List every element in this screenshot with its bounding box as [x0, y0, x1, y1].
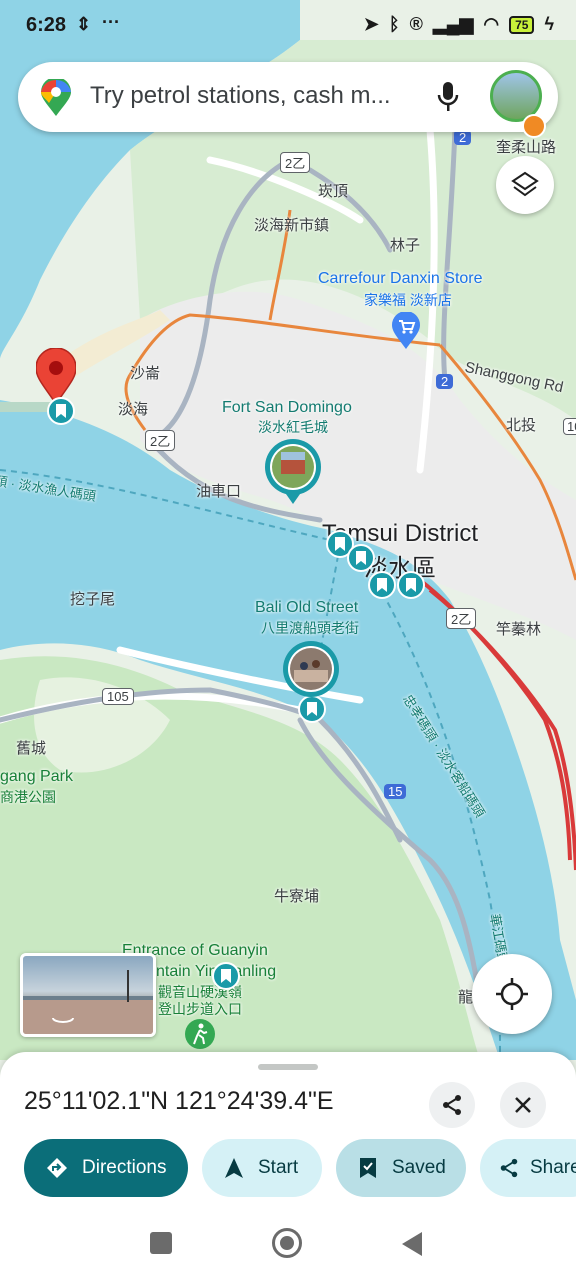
directions-label: Directions: [82, 1157, 167, 1178]
route-105-shield: 105: [102, 688, 134, 705]
sheet-drag-handle[interactable]: [258, 1064, 318, 1070]
place-label: 舊城: [16, 740, 47, 757]
dropped-pin-coordinates: 25°11'02.1"N 121°24'39.4"E: [24, 1087, 334, 1115]
start-label: Start: [258, 1157, 299, 1178]
street-view-thumbnail[interactable]: [20, 953, 156, 1037]
home-button[interactable]: [272, 1228, 302, 1258]
carrefour-label-zh[interactable]: 家樂福 淡新店: [364, 290, 452, 310]
navigation-arrow-icon: [224, 1157, 244, 1179]
park-label-zh[interactable]: 商港公園: [0, 787, 56, 807]
bluetooth-icon: ᛒ: [388, 14, 400, 34]
place-label: 挖子尾: [70, 591, 116, 608]
route-2-shield: 2: [454, 130, 472, 145]
guanyin-entrance-label-zh-2[interactable]: 登山步道入口: [158, 999, 242, 1019]
account-status-dot: [522, 114, 546, 138]
place-label: 林子: [390, 237, 421, 254]
microphone-icon[interactable]: [436, 80, 460, 119]
back-button[interactable]: [402, 1232, 422, 1256]
bali-old-street-label-zh[interactable]: 八里渡船頭老街: [261, 618, 359, 638]
recents-button[interactable]: [150, 1232, 172, 1254]
route-2z-shield: 2乙: [280, 152, 311, 173]
place-label: 牛寮埔: [274, 888, 320, 905]
directions-icon: [46, 1157, 68, 1179]
place-label: 沙崙: [130, 365, 161, 382]
close-button[interactable]: [500, 1082, 546, 1128]
place-label: 崁頂: [318, 183, 349, 200]
route-15-shield: 15: [384, 784, 407, 799]
directions-button[interactable]: Directions: [24, 1139, 188, 1197]
more-notifications-icon: ···: [102, 12, 120, 32]
share-icon: [498, 1157, 520, 1179]
park-label[interactable]: gang Park: [0, 768, 73, 786]
place-label: 竿蓁林: [496, 621, 542, 638]
location-arrow-icon: ➤: [363, 14, 379, 34]
route-2z-shield: 2乙: [145, 430, 176, 451]
share-label: Share: [530, 1157, 576, 1178]
search-input[interactable]: Try petrol stations, cash m...: [90, 82, 410, 110]
system-navigation-bar: [0, 1210, 576, 1280]
route-2z-shield: 2乙: [446, 608, 477, 629]
my-location-button[interactable]: [472, 954, 552, 1034]
search-bar[interactable]: Try petrol stations, cash m...: [18, 62, 558, 138]
share-button[interactable]: Share: [480, 1139, 576, 1197]
home-dot: [280, 1236, 294, 1250]
sync-icon: ⇕: [76, 14, 92, 34]
share-button-small[interactable]: [429, 1082, 475, 1128]
road-label: 奎柔山路: [496, 139, 557, 156]
status-time: 6:28: [26, 14, 67, 36]
carrefour-label[interactable]: Carrefour Danxin Store: [318, 270, 483, 288]
map-canvas[interactable]: 2乙 2乙 2乙 2 2 105 15 10 崁頂 淡海新市鎮 林子 Carre…: [0, 0, 576, 1060]
signal-icon: ▂▄▆: [432, 14, 474, 34]
charging-icon: ϟ: [544, 14, 554, 34]
place-label: 淡海: [118, 401, 149, 418]
street-view-image: [23, 970, 153, 1034]
bali-old-street-label[interactable]: Bali Old Street: [255, 599, 358, 617]
start-button[interactable]: Start: [202, 1139, 322, 1197]
registered-icon: ®: [409, 14, 423, 34]
saved-button[interactable]: Saved: [336, 1139, 466, 1197]
share-icon: [443, 1095, 461, 1115]
fort-san-domingo-label[interactable]: Fort San Domingo: [222, 399, 352, 417]
route-10-shield: 10: [563, 418, 576, 435]
place-label: 淡海新市鎮: [254, 217, 330, 234]
layers-button[interactable]: [496, 156, 554, 214]
route-2-shield: 2: [436, 374, 454, 389]
place-label: 油車口: [196, 483, 242, 500]
crosshair-icon: [496, 978, 528, 1010]
google-maps-logo-icon: [40, 77, 72, 122]
place-label: 北投: [506, 417, 537, 434]
fort-san-domingo-label-zh[interactable]: 淡水紅毛城: [258, 417, 328, 437]
battery-indicator: 75: [509, 15, 535, 34]
wifi-icon: ◠: [483, 14, 500, 34]
status-bar: 6:28 ⇕ ··· ➤ ᛒ ® ▂▄▆ ◠ 75 ϟ: [0, 0, 576, 54]
place-label: 龍: [458, 989, 474, 1006]
layers-icon: [511, 171, 539, 197]
close-icon: [515, 1097, 531, 1113]
saved-label: Saved: [392, 1157, 446, 1178]
saved-bookmark-icon: [358, 1157, 378, 1179]
